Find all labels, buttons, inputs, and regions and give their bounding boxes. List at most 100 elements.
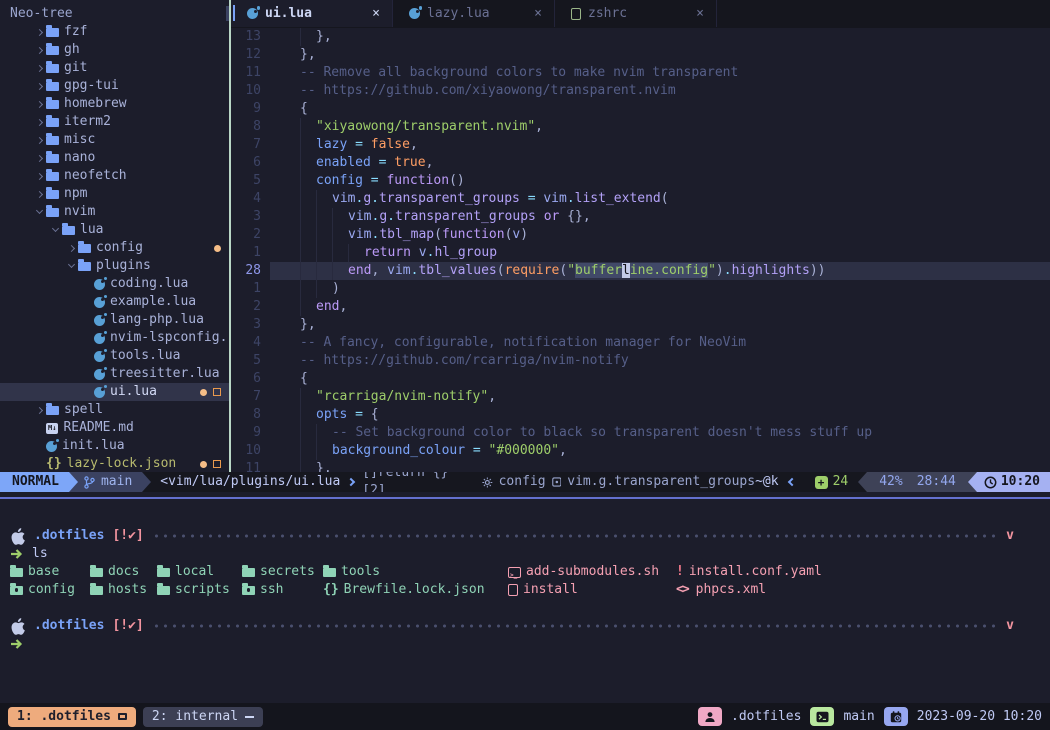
tree-item-coding-lua[interactable]: coding.lua [0,275,230,293]
code-line[interactable]: 28end, vim.tbl_values(require("bufferlin… [231,262,1050,280]
folder-icon [10,568,23,577]
tree-item-homebrew[interactable]: homebrew [0,95,230,113]
buffer-tabbar: ui.lua×lazy.lua× zshrc × [231,0,1050,28]
clock-icon [984,476,997,489]
relative-line-number: 5 [231,352,270,370]
code-line[interactable]: 6{ [231,370,1050,388]
code-line[interactable]: 5config = function() [231,172,1050,190]
tree-item-spell[interactable]: spell [0,401,230,419]
code-line[interactable]: 1return v.hl_group [231,244,1050,262]
tmux-window-label: 2: internal [152,708,238,726]
tree-item-plugins[interactable]: plugins [0,257,230,275]
indent-guide [300,280,316,298]
code-line[interactable]: 6enabled = true, [231,154,1050,172]
tree-item-git[interactable]: git [0,59,230,77]
tab-close-icon[interactable]: × [696,5,704,23]
shell-pane[interactable]: .dotfiles [!✔] v ls basedocslocalsecrets… [0,500,1050,703]
folder-open-icon [62,226,75,235]
tree-item-misc[interactable]: misc [0,131,230,149]
relative-line-number: 2 [231,298,270,316]
folder-open-icon [78,262,91,271]
code-line[interactable]: 13}, [231,28,1050,46]
code-line[interactable]: 2vim.tbl_map(function(v) [231,226,1050,244]
ls-entry-label: local [175,563,214,581]
modified-dot-icon [214,245,221,252]
tree-item-gh[interactable]: gh [0,41,230,59]
code-line[interactable]: 9{ [231,100,1050,118]
code-line[interactable]: 5-- https://github.com/rcarriga/nvim-not… [231,352,1050,370]
git-status-badges [200,460,230,468]
tmux-window-2-internal[interactable]: 2: internal [143,707,263,727]
code-line-text: "xiyaowong/transparent.nvim", [270,118,1050,136]
code-line[interactable]: 3vim.g.transparent_groups or {}, [231,208,1050,226]
shell-script-icon [508,567,521,578]
terminal-icon [810,707,834,726]
tree-item-fzf[interactable]: fzf [0,23,230,41]
tree-item-nano[interactable]: nano [0,149,230,167]
tmux-window-1-dotfiles[interactable]: 1: .dotfiles [8,707,136,727]
tree-item-label: config [96,239,143,257]
tree-item-init-lua[interactable]: init.lua [0,437,230,455]
code-line[interactable]: 4-- A fancy, configurable, notification … [231,334,1050,352]
lua-file-icon [247,8,258,19]
indent-guide [316,442,332,460]
chevron-right-icon [32,138,46,143]
current-prompt-line[interactable] [0,635,1050,653]
code-line[interactable]: 7lazy = false, [231,136,1050,154]
code-line[interactable]: 8"xiyaowong/transparent.nvim", [231,118,1050,136]
tab-close-icon[interactable]: × [372,5,380,23]
tree-item-readme-md[interactable]: M↓README.md [0,419,230,437]
tree-item-lang-php-lua[interactable]: lang-php.lua [0,311,230,329]
ls-entry-secrets: secrets [242,563,315,581]
code-area[interactable]: 13},12},11-- Remove all background color… [231,28,1050,472]
indent-guide [300,298,316,316]
code-line[interactable]: 12}, [231,46,1050,64]
tree-item-ui-lua[interactable]: ui.lua [0,383,230,401]
tree-item-tools-lua[interactable]: tools.lua [0,347,230,365]
tree-item-config[interactable]: config [0,239,230,257]
code-line[interactable]: 1) [231,280,1050,298]
tab-ui-lua[interactable]: ui.lua× [231,0,393,27]
code-line[interactable]: 10background_colour = "#000000", [231,442,1050,460]
tab-lazy-lua[interactable]: lazy.lua× [393,0,555,27]
folder-icon [242,568,255,577]
tab-label: zshrc [588,5,689,23]
code-line[interactable]: 11-- Remove all background colors to mak… [231,64,1050,82]
tree-item-iterm2[interactable]: iterm2 [0,113,230,131]
relative-line-number: 6 [231,370,270,388]
tmux-statusbar-right: .dotfiles main 2023-09-20 10:20 [698,707,1042,726]
tree-item-lazy-lock-json[interactable]: {}lazy-lock.json [0,455,230,472]
tree-item-npm[interactable]: npm [0,185,230,203]
tree-item-lua[interactable]: lua [0,221,230,239]
tree-item-gpg-tui[interactable]: gpg-tui [0,77,230,95]
code-line[interactable]: 10-- https://github.com/xiyaowong/transp… [231,82,1050,100]
folder-icon [46,118,59,127]
tree-item-example-lua[interactable]: example.lua [0,293,230,311]
tab-close-icon[interactable]: × [534,5,542,23]
relative-line-number: 4 [231,190,270,208]
folder-icon [46,100,59,109]
code-line[interactable]: 8opts = { [231,406,1050,424]
tmux-session-name[interactable]: .dotfiles [731,708,801,726]
code-line-text: }, [270,316,1050,334]
tree-item-treesitter-lua[interactable]: treesitter.lua [0,365,230,383]
code-line[interactable]: 7"rcarriga/nvim-notify", [231,388,1050,406]
current-line-number: 28 [231,262,270,280]
relative-line-number: 1 [231,244,270,262]
separator-arrow [968,472,977,492]
code-line[interactable]: 9-- Set background color to black so tra… [231,424,1050,442]
tmux-pane-border[interactable] [0,497,1050,499]
code-line[interactable]: 11}, [231,460,1050,472]
code-line[interactable]: 3}, [231,316,1050,334]
folder-icon [46,190,59,199]
tmux-git-branch[interactable]: main [843,708,874,726]
code-line-text: -- Set background color to black so tran… [270,424,1050,442]
code-line-text: opts = { [270,406,1050,424]
tree-item-nvim[interactable]: nvim [0,203,230,221]
code-line[interactable]: 2end, [231,298,1050,316]
tab-zshrc[interactable]: zshrc × [555,0,717,27]
tree-item-nvim-lspconfig[interactable]: nvim-lspconfig. [0,329,230,347]
code-line[interactable]: 4vim.g.transparent_groups = vim.list_ext… [231,190,1050,208]
tree-item-neofetch[interactable]: neofetch [0,167,230,185]
code-line-text: }, [270,46,1050,64]
